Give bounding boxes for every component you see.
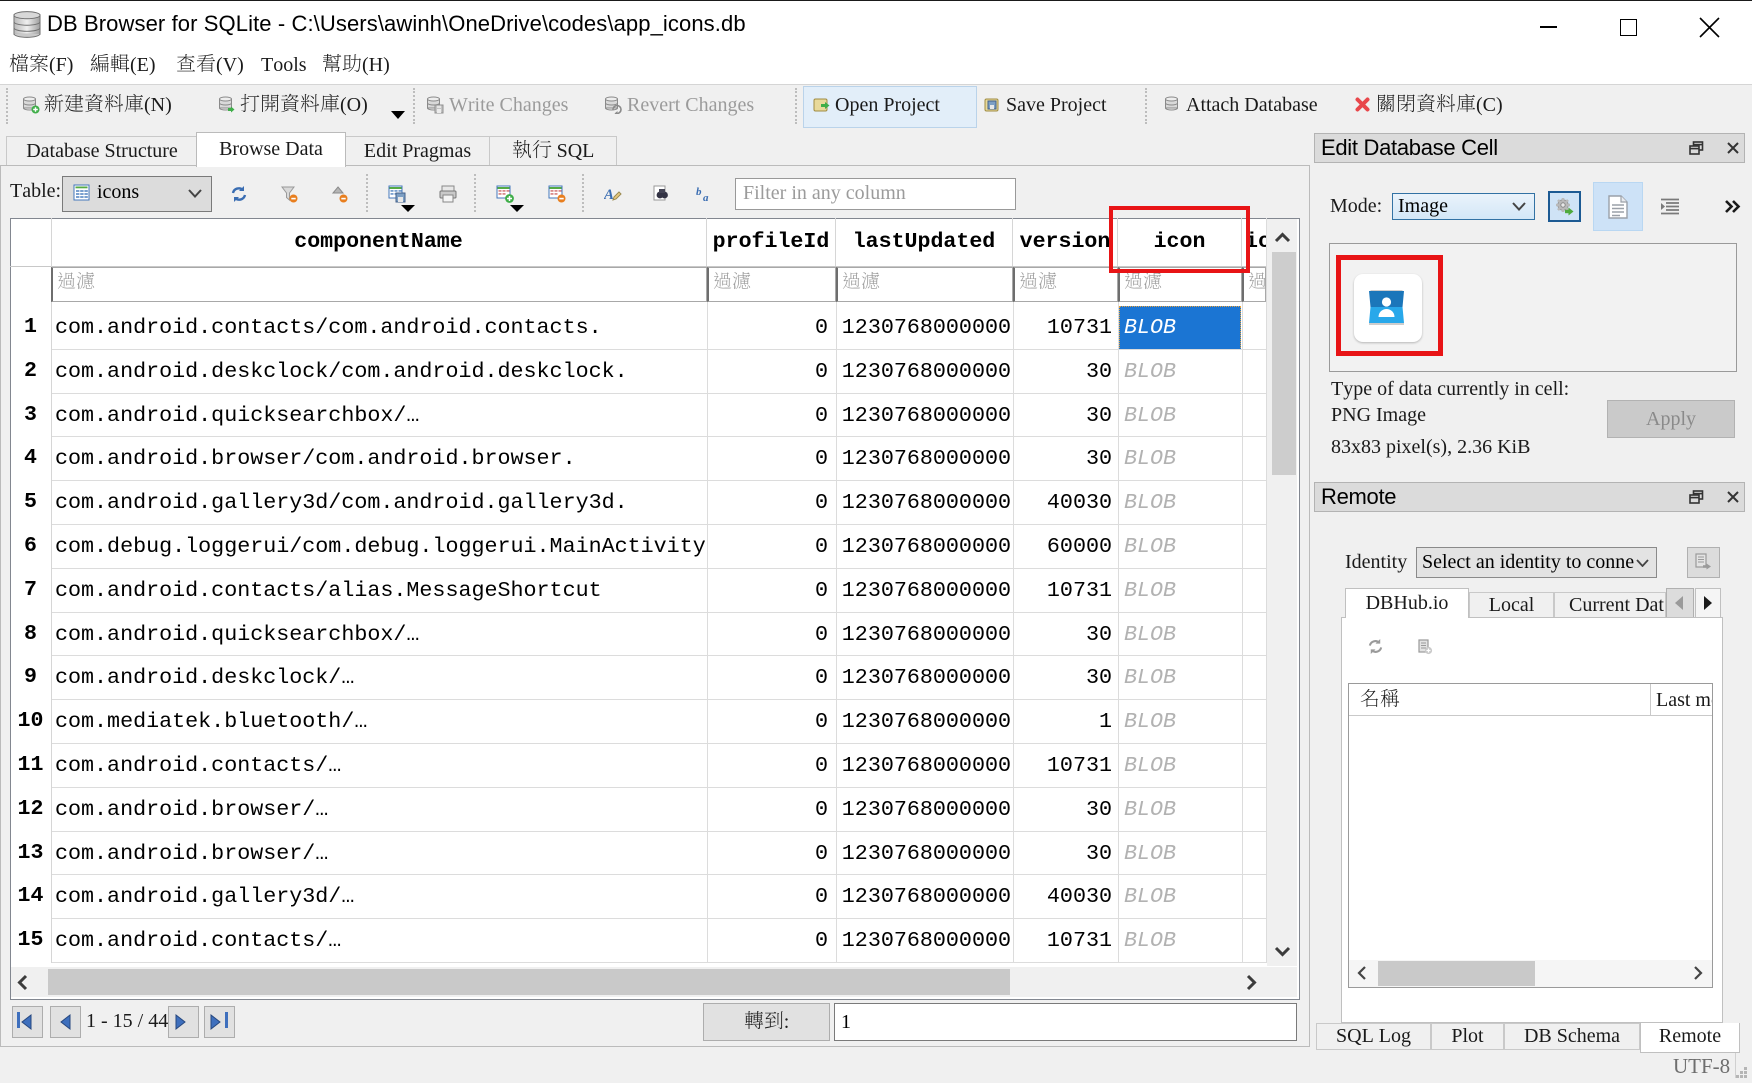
svg-text:b: b xyxy=(696,186,702,198)
svg-text:a: a xyxy=(703,192,709,203)
